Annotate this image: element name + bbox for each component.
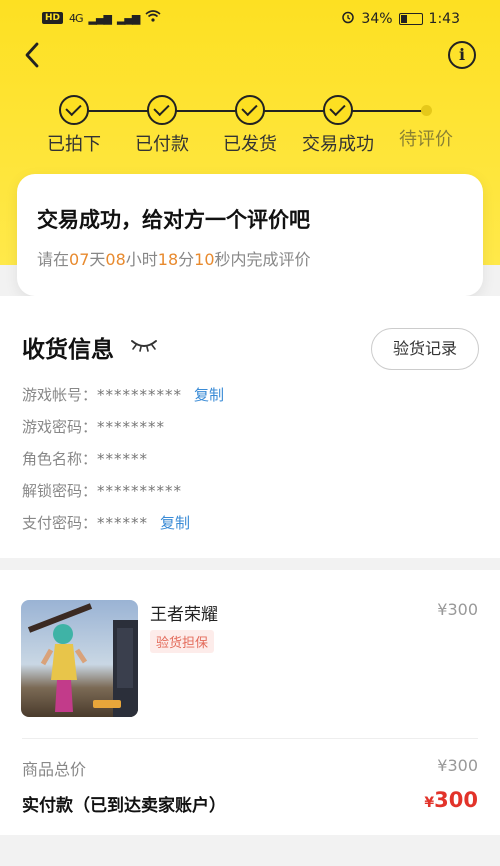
total-label: 商品总价 (22, 760, 87, 779)
check-icon (323, 95, 353, 125)
status-card: 交易成功，给对方一个评价吧 请在07天08小时18分10秒内完成评价 (17, 174, 483, 296)
days-unit: 天 (89, 250, 106, 269)
inspection-record-button[interactable]: 验货记录 (371, 328, 479, 370)
hd-badge: HD (42, 12, 64, 24)
step-label: 已发货 (223, 134, 277, 155)
payment-password-row: 支付密码：****** 复制 (22, 512, 190, 533)
pending-dot-icon (420, 105, 432, 116)
row-label: 解锁密码： (22, 482, 98, 500)
wifi-icon (145, 10, 161, 26)
clock: 1:43 (428, 11, 460, 27)
row-value: ******** (97, 418, 166, 436)
step-3: 已发货 (205, 95, 295, 156)
step-label: 交易成功 (302, 134, 374, 155)
currency-symbol: ¥ (424, 795, 435, 811)
product-price: ¥300 (437, 600, 478, 619)
guarantee-badge: 验货担保 (150, 630, 215, 653)
step-label: 已付款 (135, 134, 189, 155)
eye-closed-icon[interactable] (129, 336, 159, 354)
total-value: ¥300 (437, 756, 478, 775)
signal-icon-2: ▂▄▆ (116, 11, 140, 25)
copy-account-button[interactable]: 复制 (194, 386, 224, 404)
game-character-image (27, 603, 138, 717)
product-thumbnail[interactable] (21, 600, 138, 717)
info-icon: i (458, 45, 466, 64)
chevron-left-icon (25, 42, 39, 68)
paid-label: 实付款（已到达卖家账户） (22, 796, 226, 816)
row-label: 游戏密码： (22, 418, 98, 436)
countdown-minutes: 18 (157, 250, 179, 269)
check-icon (59, 95, 89, 125)
step-4: 交易成功 (293, 95, 383, 156)
countdown-prefix: 请在 (37, 250, 70, 269)
password-row: 游戏密码：******** (22, 416, 165, 437)
status-bar: HD 4G ▂▄▆ ▂▄▆ 34% 1:43 (0, 0, 500, 38)
row-label: 角色名称： (22, 450, 98, 468)
row-label: 游戏帐号： (22, 386, 98, 404)
row-value: ****** (97, 450, 149, 468)
receive-info-section: 收货信息 验货记录 游戏帐号：********** 复制 游戏密码：*******… (0, 296, 500, 558)
check-icon (147, 95, 177, 125)
row-value: ********** (97, 386, 183, 404)
account-row: 游戏帐号：********** 复制 (22, 384, 224, 405)
battery-icon (398, 13, 423, 25)
row-value: ****** (97, 514, 149, 532)
divider (22, 738, 478, 739)
order-section: 王者荣耀 验货担保 ¥300 商品总价 ¥300 实付款（已到达卖家账户） ¥3… (0, 570, 500, 835)
seconds-unit: 秒内完成评价 (214, 250, 311, 269)
step-2: 已付款 (117, 95, 207, 156)
step-label: 待评价 (399, 129, 453, 150)
progress-steps: 已拍下 已付款 已发货 交易成功 待评价 (0, 95, 500, 155)
copy-payment-password-button[interactable]: 复制 (160, 514, 190, 532)
hours-unit: 小时 (125, 250, 158, 269)
signal-icon: ▂▄▆ (88, 11, 112, 25)
character-row: 角色名称：****** (22, 448, 148, 469)
row-label: 支付密码： (22, 514, 98, 532)
countdown-days: 07 (69, 250, 90, 269)
minutes-unit: 分 (178, 250, 195, 269)
step-label: 已拍下 (47, 134, 101, 155)
countdown-hours: 08 (105, 250, 126, 269)
paid-value: ¥300 (424, 788, 478, 812)
countdown-seconds: 10 (194, 250, 215, 269)
alarm-icon (341, 10, 355, 28)
row-value: ********** (97, 482, 183, 500)
section-title: 收货信息 (22, 337, 114, 363)
status-title: 交易成功，给对方一个评价吧 (37, 208, 310, 232)
back-button[interactable] (18, 40, 48, 70)
unlock-password-row: 解锁密码：********** (22, 480, 182, 501)
check-icon (235, 95, 265, 125)
info-button[interactable]: i (448, 41, 476, 69)
network-label: 4G (69, 11, 83, 25)
battery-percent: 34% (361, 11, 393, 27)
paid-amount: 300 (434, 788, 478, 812)
countdown: 请在07天08小时18分10秒内完成评价 (37, 246, 463, 270)
step-5: 待评价 (381, 95, 471, 151)
step-1: 已拍下 (29, 95, 119, 156)
product-name[interactable]: 王者荣耀 (150, 600, 218, 625)
